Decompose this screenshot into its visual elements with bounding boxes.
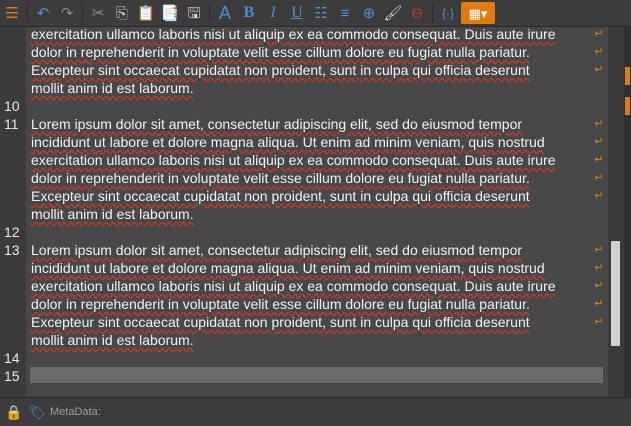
editor-line[interactable]: dolor in reprehenderit in voluptate veli… — [0, 43, 608, 61]
line-text: dolor in reprehenderit in voluptate veli… — [31, 170, 530, 186]
copy-icon[interactable]: ⎘ — [111, 2, 133, 24]
vertical-scrollbar[interactable] — [608, 27, 624, 397]
editor-line[interactable]: 12 — [0, 223, 608, 241]
line-number: 11 — [4, 116, 19, 132]
editor-line[interactable]: exercitation ullamco laboris nisi ut ali… — [0, 151, 608, 169]
metadata-label: MetaData: — [50, 406, 101, 418]
status-bar: 🔒 🏷 MetaData: — [0, 397, 631, 426]
editor-line[interactable]: dolor in reprehenderit in voluptate veli… — [0, 169, 608, 187]
line-text: Lorem ipsum dolor sit amet, consectetur … — [31, 242, 523, 258]
editor-line[interactable]: mollit anim id est laborum. — [0, 205, 608, 223]
editor-line[interactable]: incididunt ut labore et dolore magna ali… — [0, 259, 608, 277]
tag-icon[interactable]: 🏷 — [28, 403, 46, 421]
line-number: 14 — [4, 350, 20, 366]
editor-line[interactable]: 10 — [0, 97, 608, 115]
toolbar: ☰ ↶ ↷ ✂ ⎘ 📋 📑 🖫 A B I U ☷ ≡ ⊕ 🖌 ⊖ {·} ▦▾ — [0, 0, 631, 27]
font-icon[interactable]: A — [214, 2, 236, 24]
line-number: 10 — [4, 98, 20, 114]
save-icon[interactable]: 🖫 — [183, 2, 205, 24]
stop-icon[interactable]: ⊖ — [406, 2, 428, 24]
editor-line[interactable]: 14 — [0, 349, 608, 367]
line-text: incididunt ut labore et dolore magna ali… — [31, 134, 545, 150]
editor-line[interactable]: Excepteur sint occaecat cupidatat non pr… — [0, 61, 608, 79]
underline-icon[interactable]: U — [286, 2, 308, 24]
overview-ruler — [624, 27, 631, 397]
line-text: exercitation ullamco laboris nisi ut ali… — [31, 152, 556, 168]
undo-icon[interactable]: ↶ — [32, 2, 54, 24]
editor-line[interactable]: 11 Lorem ipsum dolor sit amet, consectetu… — [0, 115, 608, 133]
editor-line[interactable]: Excepteur sint occaecat cupidatat non pr… — [0, 313, 608, 331]
soft-wrap-icon: ↵ — [594, 298, 604, 310]
line-number: 15 — [4, 368, 20, 384]
line-text: dolor in reprehenderit in voluptate veli… — [31, 44, 530, 60]
text-editor[interactable]: exercitation ullamco laboris nisi ut ali… — [0, 27, 608, 397]
paste-icon[interactable]: 📋 — [135, 2, 157, 24]
soft-wrap-icon: ↵ — [594, 64, 604, 76]
paste-special-icon[interactable]: 📑 — [159, 2, 181, 24]
soft-wrap-icon: ↵ — [594, 280, 604, 292]
editor-line[interactable]: 15 — [0, 367, 608, 385]
brackets-icon[interactable]: {·} — [437, 2, 459, 24]
bold-icon[interactable]: B — [238, 2, 260, 24]
soft-wrap-icon: ↵ — [594, 28, 604, 40]
editor-line[interactable]: mollit anim id est laborum. — [0, 331, 608, 349]
soft-wrap-icon: ↵ — [594, 172, 604, 184]
editor-line[interactable]: dolor in reprehenderit in voluptate veli… — [0, 295, 608, 313]
view-options-icon[interactable]: ▦▾ — [461, 2, 495, 24]
cut-icon[interactable]: ✂ — [87, 2, 109, 24]
soft-wrap-icon: ↵ — [594, 154, 604, 166]
soft-wrap-icon: ↵ — [594, 244, 604, 256]
soft-wrap-icon: ↵ — [594, 262, 604, 274]
editor-line[interactable]: exercitation ullamco laboris nisi ut ali… — [0, 27, 608, 43]
toolbar-separator — [209, 4, 210, 22]
line-text: exercitation ullamco laboris nisi ut ali… — [31, 27, 556, 42]
add-icon[interactable]: ⊕ — [358, 2, 380, 24]
bulleted-list-icon[interactable]: ☷ — [310, 2, 332, 24]
line-text: mollit anim id est laborum. — [31, 80, 194, 96]
lock-icon[interactable]: 🔒 — [5, 403, 23, 421]
line-number: 12 — [4, 224, 20, 240]
editor-line[interactable]: mollit anim id est laborum. — [0, 79, 608, 97]
soft-wrap-icon: ↵ — [594, 316, 604, 328]
toolbar-separator — [27, 4, 28, 22]
line-text: incididunt ut labore et dolore magna ali… — [31, 260, 545, 276]
scrollbar-thumb[interactable] — [611, 241, 620, 346]
toolbar-separator — [82, 4, 83, 22]
line-text: mollit anim id est laborum. — [31, 332, 194, 348]
line-text: dolor in reprehenderit in voluptate veli… — [31, 296, 530, 312]
ruler-marker — [625, 67, 630, 85]
soft-wrap-icon: ↵ — [594, 118, 604, 130]
menu-icon[interactable]: ☰ — [1, 2, 23, 24]
brush-icon[interactable]: 🖌 — [382, 2, 404, 24]
align-icon[interactable]: ≡ — [334, 2, 356, 24]
line-text: Excepteur sint occaecat cupidatat non pr… — [31, 62, 530, 78]
line-text: exercitation ullamco laboris nisi ut ali… — [31, 278, 556, 294]
italic-icon[interactable]: I — [262, 2, 284, 24]
redo-icon[interactable]: ↷ — [56, 2, 78, 24]
ruler-marker — [625, 97, 630, 115]
soft-wrap-icon: ↵ — [594, 190, 604, 202]
editor-line[interactable]: exercitation ullamco laboris nisi ut ali… — [0, 277, 608, 295]
soft-wrap-icon: ↵ — [594, 46, 604, 58]
editor-line[interactable]: 13 Lorem ipsum dolor sit amet, consectetu… — [0, 241, 608, 259]
line-text: Excepteur sint occaecat cupidatat non pr… — [31, 314, 530, 330]
line-number: 13 — [4, 242, 20, 258]
line-text: mollit anim id est laborum. — [31, 206, 194, 222]
line-text: Excepteur sint occaecat cupidatat non pr… — [31, 188, 530, 204]
soft-wrap-icon: ↵ — [594, 136, 604, 148]
line-text: Lorem ipsum dolor sit amet, consectetur … — [31, 116, 523, 132]
toolbar-separator — [432, 4, 433, 22]
editor-line[interactable]: incididunt ut labore et dolore magna ali… — [0, 133, 608, 151]
editor-line[interactable]: Excepteur sint occaecat cupidatat non pr… — [0, 187, 608, 205]
